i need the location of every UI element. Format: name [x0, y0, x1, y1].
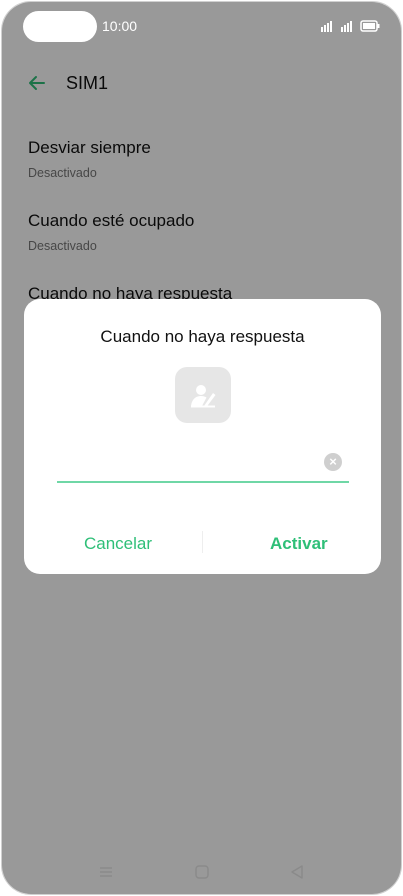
contact-picker-icon: [191, 385, 216, 408]
clear-input-icon[interactable]: ×: [324, 453, 342, 471]
camera-pill: [23, 11, 97, 42]
status-icons: [321, 20, 380, 32]
phone-screen: 10:00 SIM1 Desviar siempre Desactivado C…: [1, 1, 402, 895]
input-underline: [57, 481, 349, 483]
back-triangle-icon[interactable]: [289, 864, 305, 880]
forward-number-dialog: Cuando no haya respuesta × Cancelar Acti…: [24, 299, 381, 574]
forward-number-input[interactable]: [57, 449, 323, 481]
dialog-title: Cuando no haya respuesta: [100, 327, 305, 346]
cancel-button[interactable]: Cancelar: [78, 533, 158, 555]
contact-picker-button[interactable]: [175, 367, 231, 423]
navigation-bar: [2, 850, 401, 894]
status-time: 10:00: [102, 18, 138, 34]
button-divider: [202, 531, 203, 553]
menu-icon[interactable]: [98, 864, 114, 880]
activate-button[interactable]: Activar: [264, 533, 334, 555]
home-icon[interactable]: [194, 864, 210, 880]
